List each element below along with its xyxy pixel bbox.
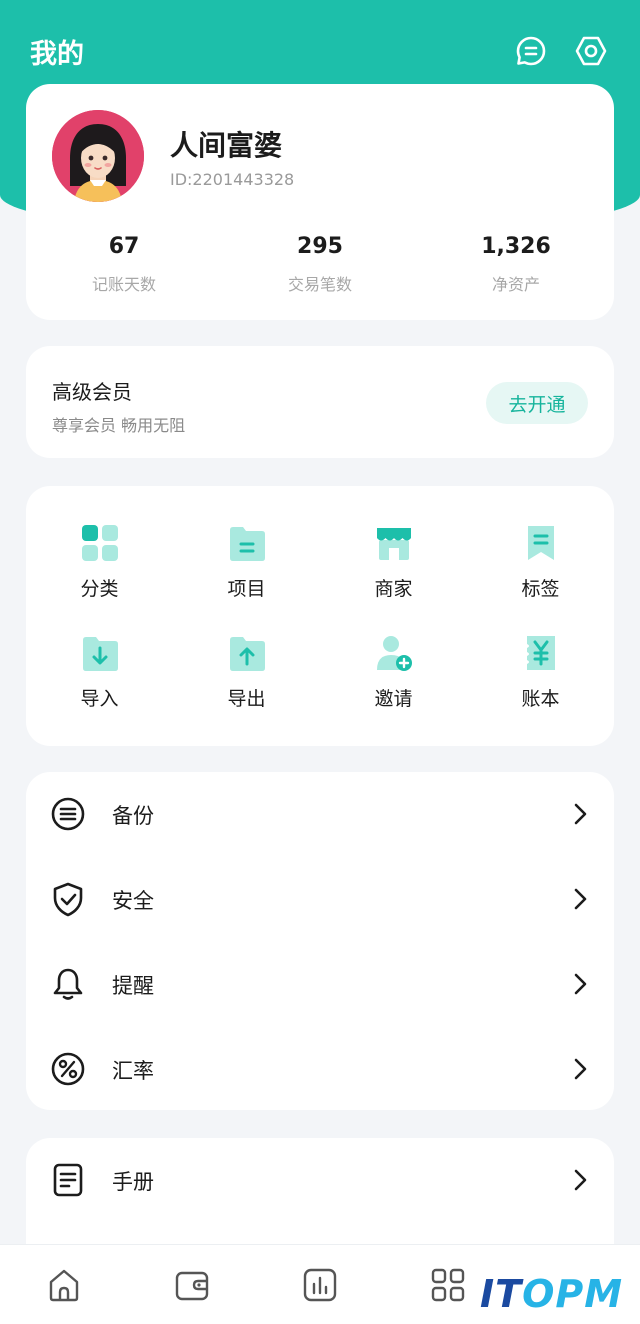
grid-item-label: 导出 [227, 688, 266, 710]
vip-title: 高级会员 [52, 380, 132, 404]
settings-list: 备份 安全 提醒 汇率 [26, 772, 614, 1110]
message-icon[interactable] [514, 34, 548, 68]
category-icon [81, 524, 119, 562]
grid-item-project[interactable]: 项目 [173, 524, 320, 624]
grid-item-label: 分类 [80, 578, 119, 600]
list-item-reminder[interactable]: 提醒 [26, 942, 614, 1026]
watermark-logo: ITOPM [474, 1268, 634, 1320]
vip-subtitle: 尊享会员 畅用无阻 [52, 416, 186, 435]
help-list: 手册 [26, 1138, 614, 1248]
grid-item-import[interactable]: 导入 [26, 634, 173, 734]
percent-icon [50, 1051, 86, 1087]
stat-value: 295 [297, 234, 343, 259]
chevron-right-icon [572, 802, 588, 826]
grid-item-tag[interactable]: 标签 [467, 524, 614, 624]
status-bar [0, 0, 640, 12]
list-item-label: 备份 [112, 804, 154, 828]
grid-item-store[interactable]: 商家 [320, 524, 467, 624]
stat-net-assets: 1,326 净资产 [418, 234, 614, 295]
grid-item-label: 项目 [227, 578, 266, 600]
grid-item-label: 邀请 [374, 688, 413, 710]
chevron-right-icon [572, 1168, 588, 1192]
vip-card[interactable]: 高级会员 尊享会员 畅用无阻 去开通 [26, 346, 614, 458]
bookmark-tag-icon [522, 524, 560, 562]
page-title: 我的 [30, 39, 84, 70]
watermark-part2: OPM [522, 1272, 624, 1316]
avatar[interactable] [52, 110, 144, 202]
stat-label: 交易笔数 [287, 275, 352, 294]
stat-transactions: 295 交易笔数 [222, 234, 418, 295]
list-item-label: 汇率 [112, 1059, 154, 1083]
grid-item-export[interactable]: 导出 [173, 634, 320, 734]
grid-item-ledger[interactable]: 账本 [467, 634, 614, 734]
list-item-label: 安全 [112, 889, 154, 913]
feature-grid: 分类 项目 商家 标签 导入 导出 邀请 账本 [26, 486, 614, 746]
invite-user-icon [375, 634, 413, 672]
stat-label: 净资产 [491, 275, 540, 294]
list-item-label: 提醒 [112, 974, 154, 998]
list-item-label: 手册 [112, 1170, 154, 1194]
home-icon[interactable] [46, 1267, 82, 1303]
grid-item-invite[interactable]: 邀请 [320, 634, 467, 734]
user-id: ID:2201443328 [170, 170, 295, 189]
grid-item-label: 账本 [521, 688, 560, 710]
list-item-manual[interactable]: 手册 [26, 1138, 614, 1222]
chart-icon[interactable] [302, 1267, 338, 1303]
profile-card[interactable]: 人间富婆 ID:2201443328 67 记账天数 295 交易笔数 1,32… [26, 84, 614, 320]
shield-check-icon [50, 881, 86, 917]
list-item-security[interactable]: 安全 [26, 857, 614, 941]
grid-item-label: 商家 [374, 578, 413, 600]
export-folder-icon [228, 634, 266, 672]
stat-days: 67 记账天数 [26, 234, 222, 295]
chevron-right-icon [572, 972, 588, 996]
ledger-yen-icon [522, 634, 560, 672]
user-name: 人间富婆 [170, 129, 283, 162]
chevron-right-icon [572, 887, 588, 911]
stat-value: 1,326 [481, 234, 551, 259]
grid-item-label: 标签 [521, 578, 560, 600]
grid-item-category[interactable]: 分类 [26, 524, 173, 624]
import-folder-icon [81, 634, 119, 672]
settings-icon[interactable] [574, 34, 608, 68]
watermark-part1: IT [480, 1272, 523, 1316]
wallet-icon[interactable] [174, 1267, 210, 1303]
bell-icon [50, 966, 86, 1002]
list-item-exchange-rate[interactable]: 汇率 [26, 1027, 614, 1111]
project-folder-icon [228, 524, 266, 562]
manual-icon [50, 1162, 86, 1198]
grid-item-label: 导入 [80, 688, 119, 710]
chevron-right-icon [572, 1057, 588, 1081]
apps-icon[interactable] [430, 1267, 466, 1303]
activate-vip-button[interactable]: 去开通 [486, 382, 588, 424]
stat-value: 67 [108, 234, 140, 259]
top-header: 我的 [0, 24, 640, 76]
backup-icon [50, 796, 86, 832]
store-icon [375, 524, 413, 562]
stat-label: 记账天数 [91, 275, 156, 294]
list-item-backup[interactable]: 备份 [26, 772, 614, 856]
